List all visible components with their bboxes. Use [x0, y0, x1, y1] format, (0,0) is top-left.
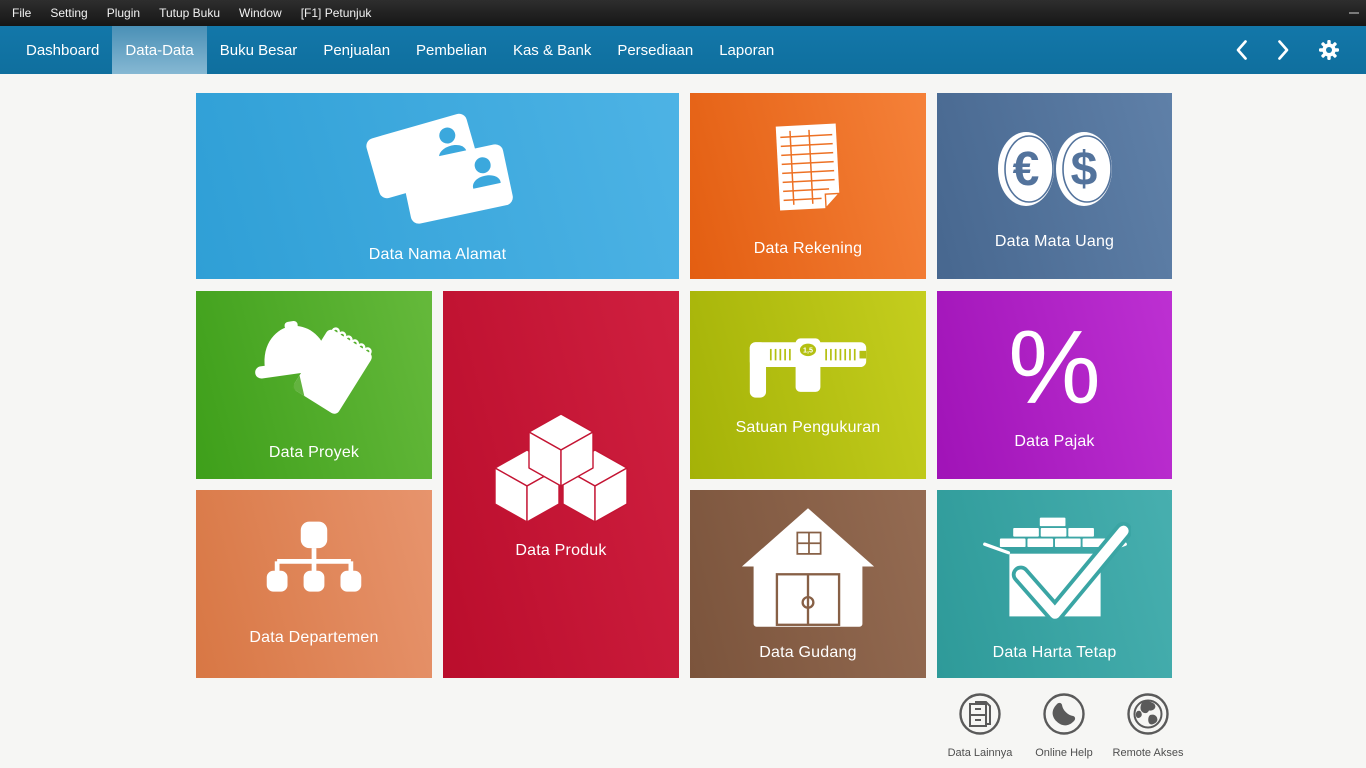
svg-text:1,5: 1,5: [803, 347, 813, 355]
hardhat-notepad-icon: [239, 308, 389, 428]
tile-data-departemen[interactable]: Data Departemen: [196, 490, 432, 678]
minimize-icon[interactable]: [1349, 12, 1359, 14]
svg-text:€: €: [1012, 143, 1039, 196]
tile-label: Data Nama Alamat: [368, 246, 507, 263]
id-cards-icon: [343, 108, 533, 230]
tile-data-gudang[interactable]: Data Gudang: [690, 490, 926, 678]
shortcut-remote-akses[interactable]: Remote Akses: [1106, 691, 1190, 759]
tab-buku-besar[interactable]: Buku Besar: [207, 26, 311, 74]
tile-label: Satuan Pengukuran: [735, 419, 881, 436]
nav-forward-icon[interactable]: [1276, 38, 1291, 62]
cubes-icon: [486, 410, 636, 526]
shortcut-online-help[interactable]: Online Help: [1022, 691, 1106, 759]
phone-icon: [1041, 691, 1087, 742]
shortcut-label: Remote Akses: [1112, 747, 1184, 759]
svg-text:$: $: [1070, 143, 1097, 196]
caliper-icon: 1,5: [746, 333, 870, 403]
org-chart-icon: [262, 521, 366, 613]
tile-data-nama-alamat[interactable]: Data Nama Alamat: [196, 93, 679, 279]
menu-tutup-buku[interactable]: Tutup Buku: [159, 6, 220, 20]
tile-label: Data Rekening: [753, 240, 863, 257]
tile-label: Data Harta Tetap: [992, 644, 1117, 661]
settings-gear-icon[interactable]: [1318, 39, 1340, 61]
tile-label: Data Proyek: [268, 444, 360, 461]
percent-icon: %: [1008, 309, 1101, 426]
tile-data-rekening[interactable]: Data Rekening: [690, 93, 926, 279]
tile-data-produk[interactable]: Data Produk: [443, 291, 679, 678]
tile-label: Data Pajak: [1014, 433, 1095, 451]
tab-pembelian[interactable]: Pembelian: [403, 26, 500, 74]
tab-laporan[interactable]: Laporan: [706, 26, 787, 74]
asset-check-icon: [979, 506, 1131, 628]
currency-coins-icon: € $: [980, 121, 1130, 217]
shortcut-label: Online Help: [1035, 747, 1093, 759]
ledger-icon: [758, 114, 858, 224]
menu-setting[interactable]: Setting: [50, 6, 87, 20]
nav-back-icon[interactable]: [1234, 38, 1249, 62]
tile-label: Data Gudang: [759, 644, 857, 661]
tile-label: Data Produk: [515, 541, 607, 559]
tile-data-proyek[interactable]: Data Proyek: [196, 291, 432, 479]
cabinet-icon: [957, 691, 1003, 742]
tab-persediaan[interactable]: Persediaan: [604, 26, 706, 74]
navbar-right-icons: [1234, 26, 1366, 74]
navbar: Dashboard Data-Data Buku Besar Penjualan…: [0, 26, 1366, 74]
menubar: File Setting Plugin Tutup Buku Window [F…: [0, 0, 1366, 26]
tab-dashboard[interactable]: Dashboard: [13, 26, 112, 74]
tab-data-data[interactable]: Data-Data: [112, 26, 207, 74]
menu-plugin[interactable]: Plugin: [107, 6, 140, 20]
tile-data-mata-uang[interactable]: € $ Data Mata Uang: [937, 93, 1172, 279]
tile-data-pajak[interactable]: % Data Pajak: [937, 291, 1172, 479]
warehouse-icon: [740, 506, 876, 628]
menu-petunjuk[interactable]: [F1] Petunjuk: [301, 6, 372, 20]
menu-window[interactable]: Window: [239, 6, 282, 20]
menu-file[interactable]: File: [12, 6, 31, 20]
shortcut-label: Data Lainnya: [947, 747, 1013, 759]
footer-shortcuts: Data Lainnya Online Help Remote Akses: [938, 691, 1190, 759]
tile-label: Data Mata Uang: [994, 233, 1115, 250]
tile-label: Data Departemen: [249, 629, 379, 646]
app-window: File Setting Plugin Tutup Buku Window [F…: [0, 0, 1366, 768]
shortcut-data-lainnya[interactable]: Data Lainnya: [938, 691, 1022, 759]
tile-data-harta-tetap[interactable]: Data Harta Tetap: [937, 490, 1172, 678]
tab-kas-bank[interactable]: Kas & Bank: [500, 26, 604, 74]
tab-penjualan[interactable]: Penjualan: [310, 26, 403, 74]
tile-satuan-pengukuran[interactable]: 1,5 Satuan Pengukuran: [690, 291, 926, 479]
globe-icon: [1125, 691, 1171, 742]
